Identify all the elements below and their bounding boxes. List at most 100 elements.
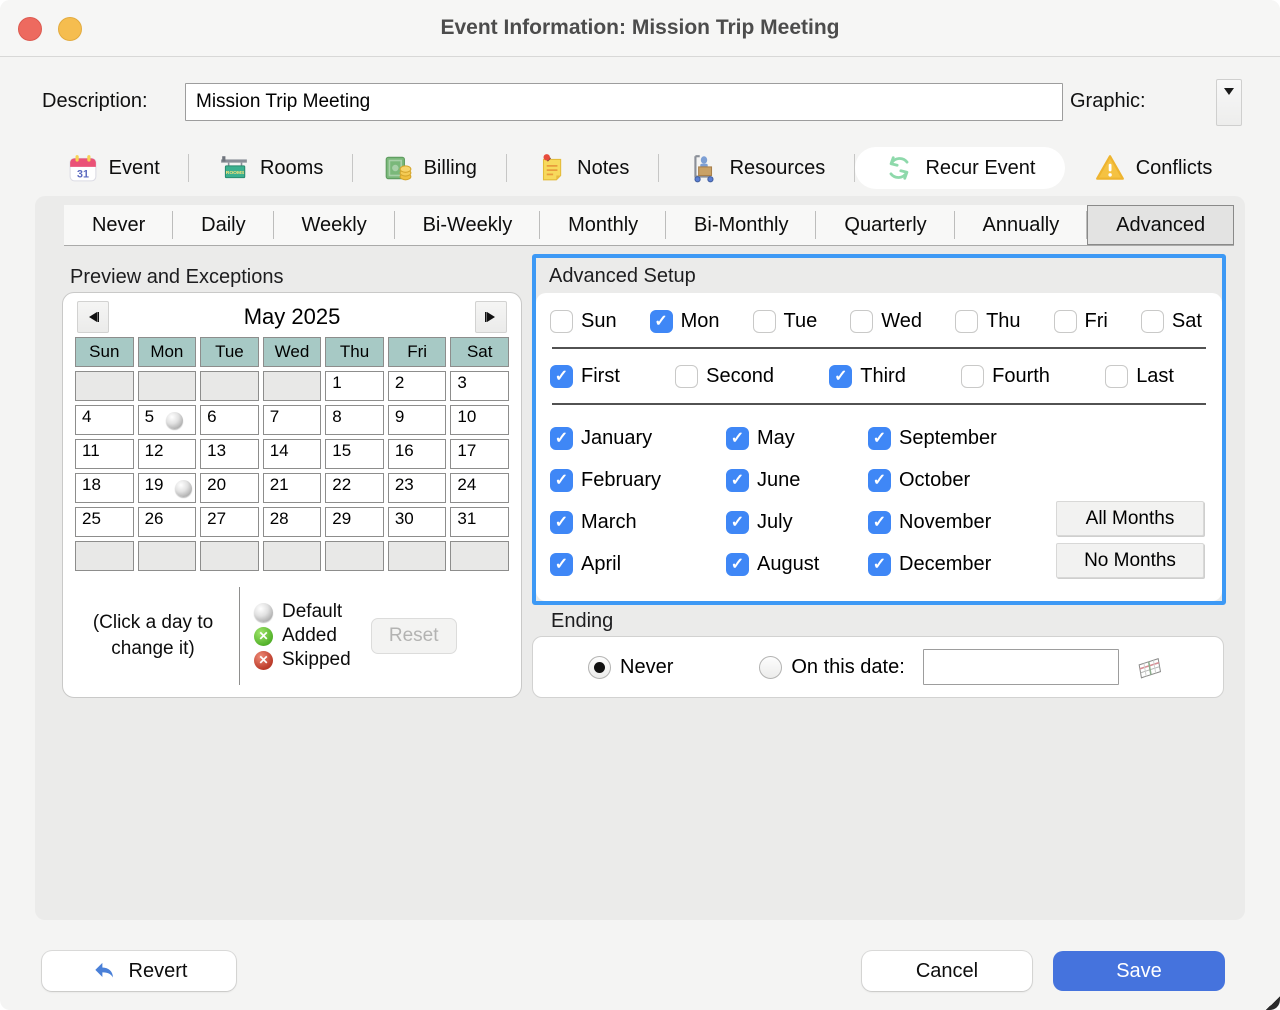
ordinal-checkbox[interactable]: Third <box>829 365 906 388</box>
ordinal-checkbox[interactable]: Fourth <box>961 365 1050 388</box>
ordinal-checkbox[interactable]: Last <box>1105 365 1174 388</box>
weekday-checkbox[interactable]: Tue <box>753 310 818 333</box>
calendar-day-cell[interactable]: 16 <box>388 439 447 469</box>
ending-date-input[interactable] <box>923 649 1119 685</box>
calendar-day-cell[interactable]: 24 <box>450 473 509 503</box>
calendar-day-cell[interactable] <box>200 541 259 571</box>
calendar-day-cell[interactable] <box>450 541 509 571</box>
calendar-day-cell[interactable]: 17 <box>450 439 509 469</box>
calendar-day-cell[interactable] <box>75 371 134 401</box>
calendar-day-cell[interactable] <box>138 371 197 401</box>
recurrence-tab[interactable]: Quarterly <box>816 205 954 245</box>
recurrence-tab[interactable]: Never <box>64 205 173 245</box>
tab-rooms[interactable]: ROOMS Rooms <box>189 147 353 189</box>
tab-billing-label: Billing <box>424 157 477 180</box>
weekday-checkbox[interactable]: Thu <box>955 310 1020 333</box>
recurrence-tab[interactable]: Advanced <box>1087 205 1234 245</box>
calendar-day-cell[interactable]: 11 <box>75 439 134 469</box>
calendar-day-cell[interactable]: 26 <box>138 507 197 537</box>
calendar-day-cell[interactable]: 7 <box>263 405 322 435</box>
ending-never-radio[interactable]: Never <box>588 656 673 679</box>
cancel-button[interactable]: Cancel <box>862 951 1032 991</box>
calendar-day-cell[interactable]: 14 <box>263 439 322 469</box>
calendar-day-cell[interactable]: 19 <box>138 473 197 503</box>
month-checkbox[interactable]: May <box>726 427 868 450</box>
calendar-day-cell[interactable]: 3 <box>450 371 509 401</box>
tab-event[interactable]: 31 Event <box>38 147 189 189</box>
tab-billing[interactable]: Billing <box>353 147 507 189</box>
recurrence-tab[interactable]: Bi-Monthly <box>666 205 816 245</box>
calendar-day-cell[interactable]: 18 <box>75 473 134 503</box>
calendar-day-cell[interactable]: 31 <box>450 507 509 537</box>
month-checkbox[interactable]: October <box>868 469 1098 492</box>
revert-button[interactable]: Revert <box>42 951 236 991</box>
day-number: 17 <box>457 441 476 461</box>
all-months-button[interactable]: All Months <box>1056 501 1204 536</box>
recurrence-tab[interactable]: Annually <box>955 205 1088 245</box>
tab-resources[interactable]: Resources <box>659 147 855 189</box>
save-button[interactable]: Save <box>1053 951 1225 991</box>
tab-recur-event[interactable]: Recur Event <box>855 147 1065 189</box>
weekday-checkbox[interactable]: Wed <box>850 310 922 333</box>
calendar-day-cell[interactable]: 27 <box>200 507 259 537</box>
window-resize-grip[interactable] <box>1266 996 1280 1010</box>
month-checkbox[interactable]: July <box>726 511 868 534</box>
recurrence-tab[interactable]: Daily <box>173 205 273 245</box>
radio-icon <box>588 656 611 679</box>
weekday-checkbox[interactable]: Sat <box>1141 310 1202 333</box>
next-month-button[interactable] <box>475 301 507 333</box>
calendar-day-cell[interactable]: 22 <box>325 473 384 503</box>
calendar-day-cell[interactable] <box>263 541 322 571</box>
month-checkbox[interactable]: March <box>550 511 726 534</box>
calendar-day-cell[interactable]: 4 <box>75 405 134 435</box>
calendar-day-cell[interactable] <box>388 541 447 571</box>
reset-button[interactable]: Reset <box>371 618 457 654</box>
no-months-button[interactable]: No Months <box>1056 543 1204 578</box>
recurrence-tab[interactable]: Monthly <box>540 205 666 245</box>
weekday-checkbox[interactable]: Fri <box>1054 310 1108 333</box>
month-checkbox[interactable]: April <box>550 553 726 576</box>
weekday-checkbox[interactable]: Sun <box>550 310 617 333</box>
tab-resources-label: Resources <box>730 157 826 180</box>
month-checkbox[interactable]: September <box>868 427 1098 450</box>
calendar-day-cell[interactable]: 12 <box>138 439 197 469</box>
calendar-day-cell[interactable] <box>200 371 259 401</box>
calendar-day-cell[interactable]: 1 <box>325 371 384 401</box>
ending-never-label: Never <box>620 656 673 679</box>
calendar-day-cell[interactable]: 15 <box>325 439 384 469</box>
calendar-day-cell[interactable] <box>138 541 197 571</box>
calendar-day-cell[interactable]: 20 <box>200 473 259 503</box>
month-checkbox[interactable]: August <box>726 553 868 576</box>
calendar-day-cell[interactable]: 25 <box>75 507 134 537</box>
month-checkbox[interactable]: February <box>550 469 726 492</box>
date-picker-icon[interactable] <box>1135 650 1169 684</box>
ordinal-checkbox[interactable]: Second <box>675 365 774 388</box>
calendar-day-cell[interactable]: 21 <box>263 473 322 503</box>
calendar-day-cell[interactable]: 13 <box>200 439 259 469</box>
calendar-day-cell[interactable]: 8 <box>325 405 384 435</box>
calendar-day-cell[interactable]: 30 <box>388 507 447 537</box>
ending-on-date-radio[interactable]: On this date: <box>759 656 904 679</box>
calendar-day-cell[interactable] <box>75 541 134 571</box>
calendar-day-cell[interactable] <box>325 541 384 571</box>
calendar-day-cell[interactable]: 2 <box>388 371 447 401</box>
calendar-day-cell[interactable]: 5 <box>138 405 197 435</box>
recurrence-tab[interactable]: Bi-Weekly <box>395 205 541 245</box>
ordinal-checkbox[interactable]: First <box>550 365 620 388</box>
calendar-day-cell[interactable]: 10 <box>450 405 509 435</box>
tab-notes[interactable]: Notes <box>507 147 659 189</box>
calendar-day-cell[interactable]: 23 <box>388 473 447 503</box>
month-checkbox[interactable]: June <box>726 469 868 492</box>
calendar-day-cell[interactable]: 6 <box>200 405 259 435</box>
calendar-day-cell[interactable]: 29 <box>325 507 384 537</box>
calendar-day-cell[interactable]: 28 <box>263 507 322 537</box>
previous-month-button[interactable] <box>77 301 109 333</box>
weekday-checkbox[interactable]: Mon <box>650 310 720 333</box>
recurrence-tab[interactable]: Weekly <box>274 205 395 245</box>
tab-conflicts[interactable]: Conflicts <box>1065 147 1242 189</box>
calendar-day-cell[interactable]: 9 <box>388 405 447 435</box>
month-checkbox[interactable]: January <box>550 427 726 450</box>
calendar-day-cell[interactable] <box>263 371 322 401</box>
graphic-dropdown-button[interactable] <box>1216 79 1242 126</box>
description-input[interactable] <box>185 83 1063 121</box>
